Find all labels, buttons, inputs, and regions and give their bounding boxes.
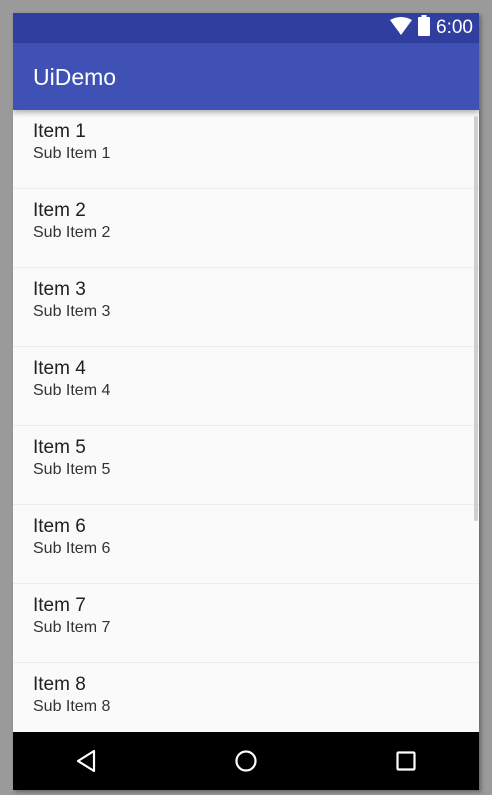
list-item-title: Item 6	[33, 516, 86, 537]
list-item[interactable]: Item 1 Sub Item 1	[13, 110, 479, 189]
list-item-subtitle: Sub Item 1	[33, 145, 111, 162]
device-screen: 6:00 UiDemo Item 1 Sub Item 1 Item 2 Sub…	[13, 13, 479, 790]
list-item[interactable]: Item 7 Sub Item 7	[13, 584, 479, 663]
status-icons: 6:00	[390, 15, 473, 41]
list-item-title: Item 7	[33, 595, 86, 616]
status-bar: 6:00	[13, 13, 479, 43]
list-item-subtitle: Sub Item 8	[33, 698, 111, 715]
list-item-subtitle: Sub Item 6	[33, 540, 111, 557]
app-title: UiDemo	[33, 64, 117, 90]
home-icon[interactable]	[231, 746, 261, 776]
recents-icon[interactable]	[391, 746, 421, 776]
back-icon[interactable]	[71, 746, 101, 776]
navigation-bar	[13, 732, 479, 790]
list-item-title: Item 5	[33, 437, 86, 458]
list-item[interactable]: Item 3 Sub Item 3	[13, 268, 479, 347]
list-item-title: Item 1	[33, 121, 86, 142]
list-item[interactable]: Item 8 Sub Item 8	[13, 663, 479, 732]
list-item-title: Item 4	[33, 358, 86, 379]
item-list[interactable]: Item 1 Sub Item 1 Item 2 Sub Item 2 Item…	[13, 110, 479, 732]
list-item[interactable]: Item 2 Sub Item 2	[13, 189, 479, 268]
list-item-subtitle: Sub Item 3	[33, 303, 111, 320]
status-time: 6:00	[436, 17, 473, 38]
scrollbar[interactable]	[474, 116, 478, 521]
battery-icon	[418, 15, 431, 41]
app-bar: UiDemo	[13, 43, 479, 110]
list-item-subtitle: Sub Item 7	[33, 619, 111, 636]
list-item-title: Item 8	[33, 674, 86, 695]
list-item-title: Item 3	[33, 279, 86, 300]
wifi-icon	[390, 16, 413, 40]
list-item[interactable]: Item 4 Sub Item 4	[13, 347, 479, 426]
list-item[interactable]: Item 6 Sub Item 6	[13, 505, 479, 584]
list-item-subtitle: Sub Item 4	[33, 382, 111, 399]
list-item-subtitle: Sub Item 5	[33, 461, 111, 478]
list-item[interactable]: Item 5 Sub Item 5	[13, 426, 479, 505]
list-item-subtitle: Sub Item 2	[33, 224, 111, 241]
list-item-title: Item 2	[33, 200, 86, 221]
